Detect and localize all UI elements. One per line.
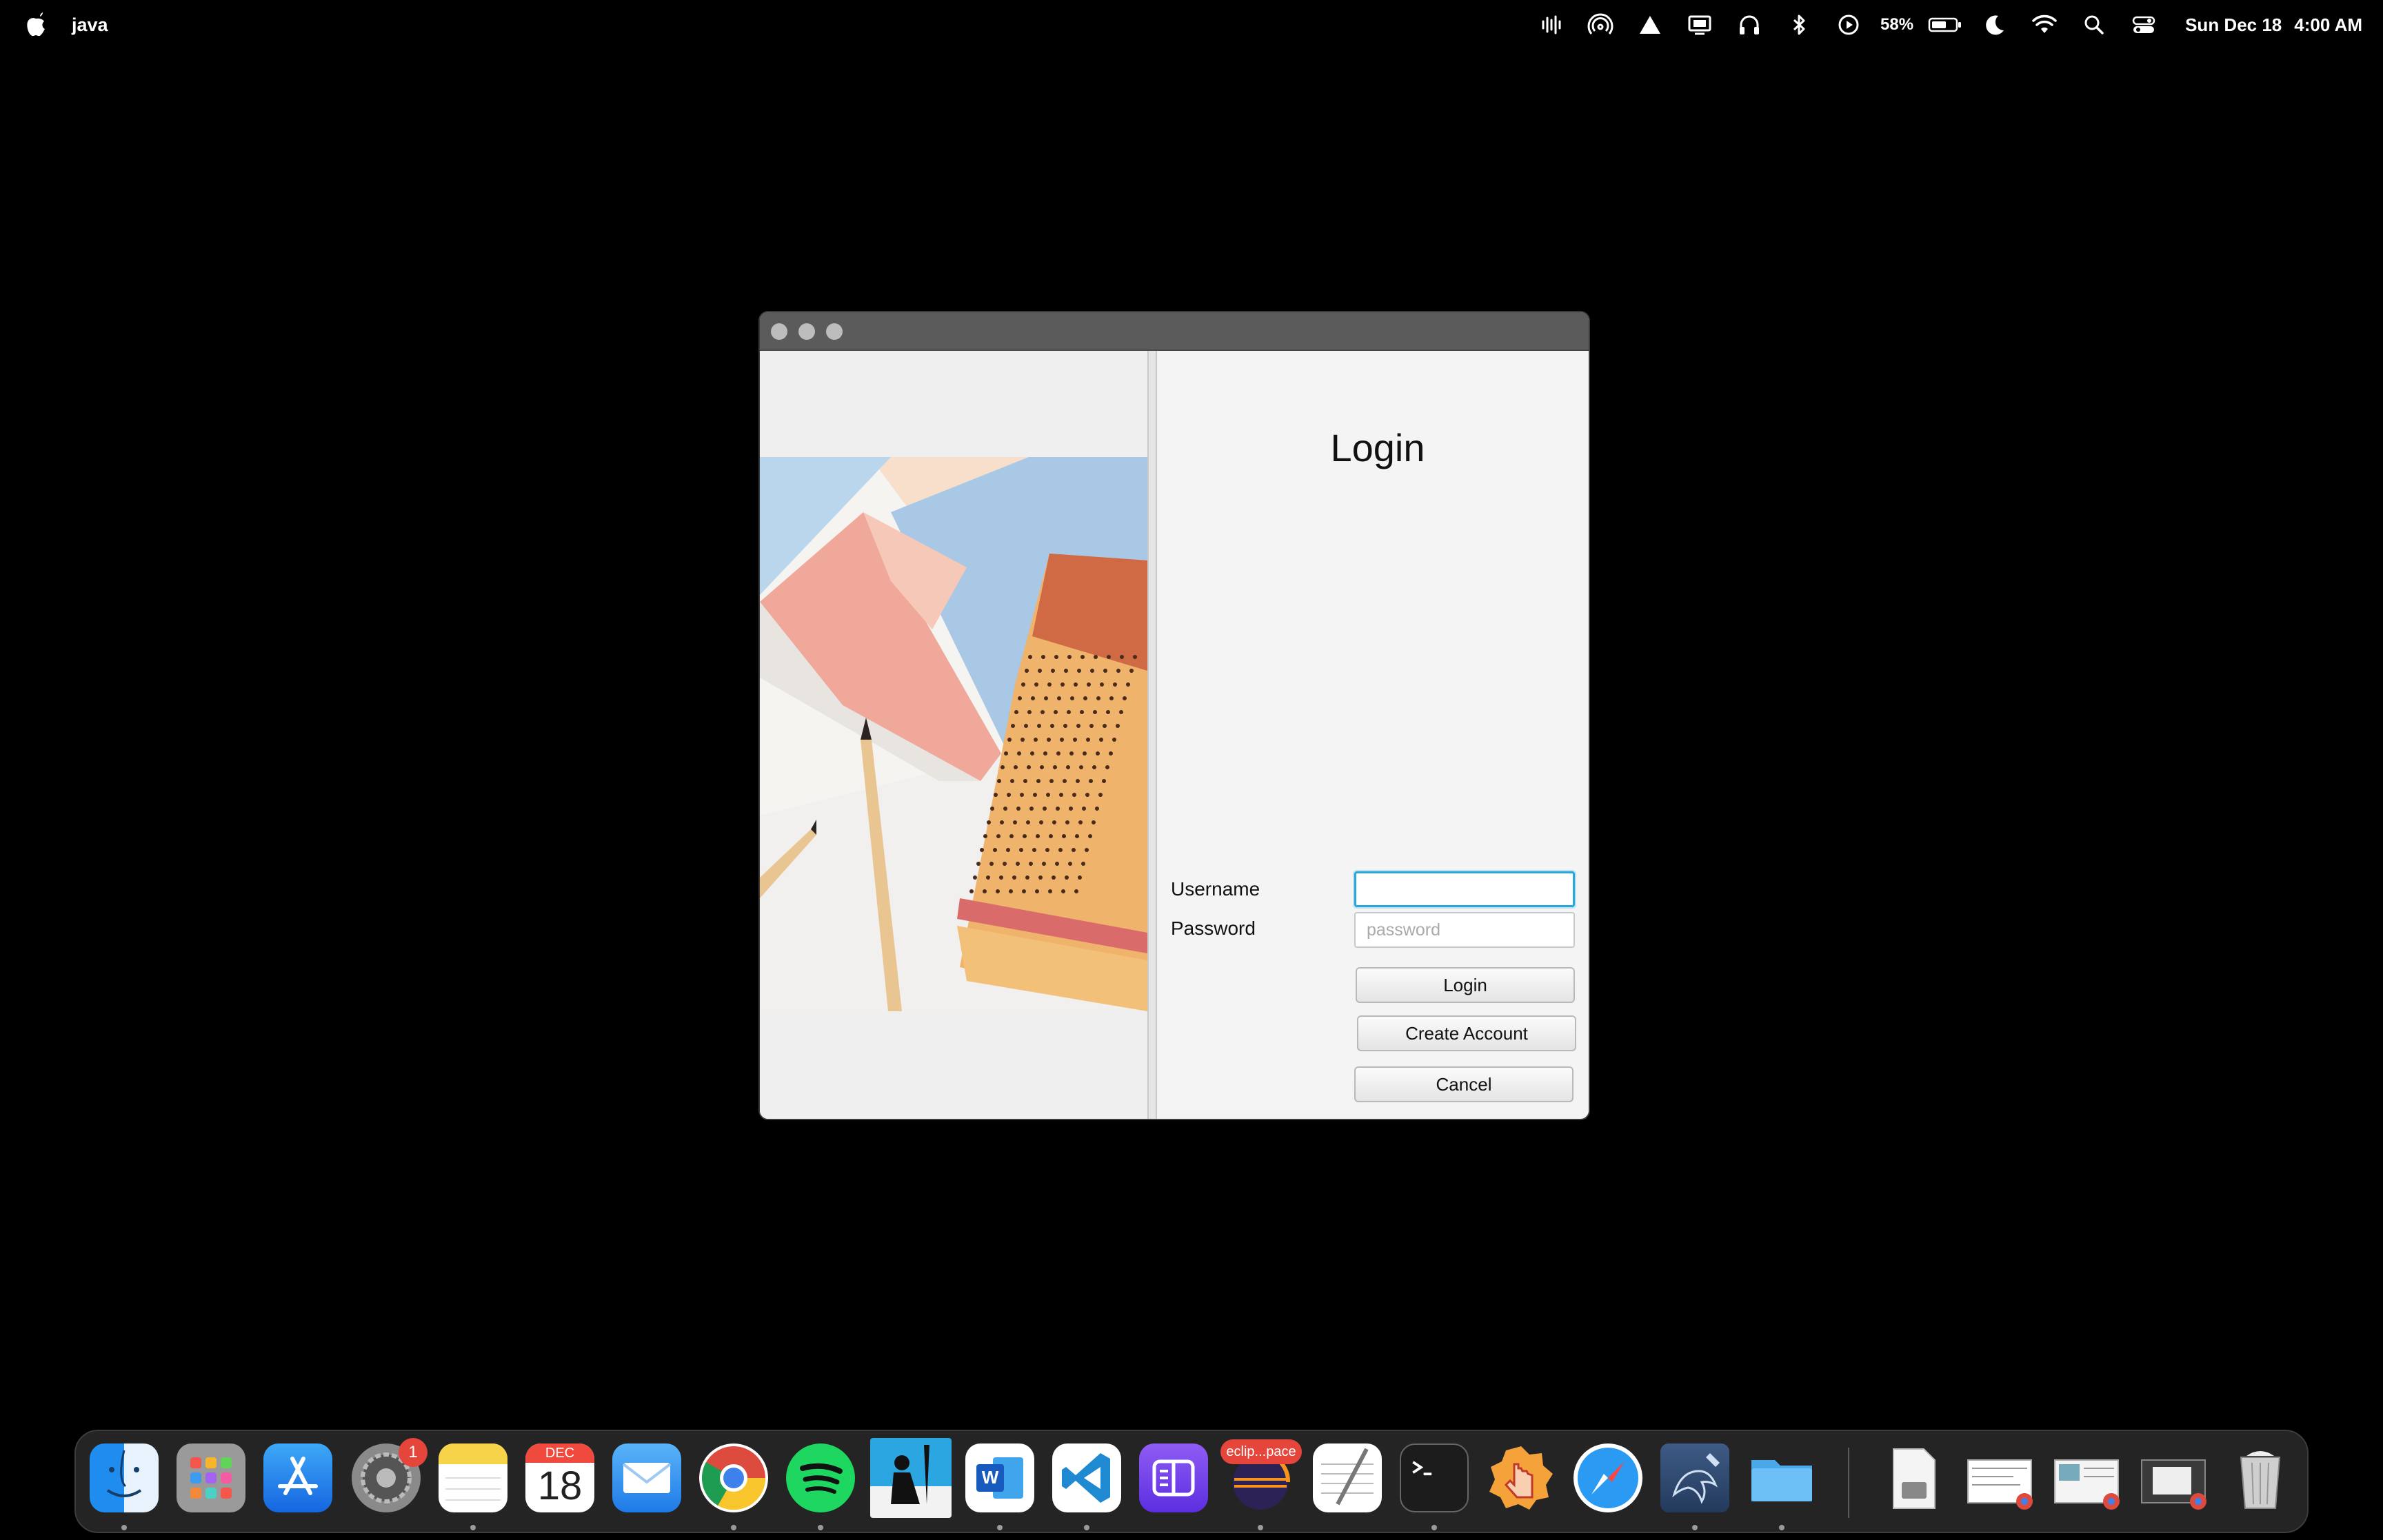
notes-running-dot bbox=[470, 1525, 476, 1530]
hand-app-icon[interactable] bbox=[1487, 1443, 1556, 1512]
headphones-icon[interactable] bbox=[1725, 10, 1774, 40]
eclipse-running-dot bbox=[1258, 1525, 1263, 1530]
chrome-running-dot bbox=[731, 1525, 736, 1530]
battery-percentage: 58% bbox=[1880, 15, 1914, 34]
username-input[interactable] bbox=[1354, 871, 1575, 907]
zoom-window-button[interactable] bbox=[826, 323, 843, 340]
now-playing-icon[interactable] bbox=[1824, 10, 1873, 40]
login-form-pane: Login Username Password Login Create Acc… bbox=[1157, 351, 1589, 1119]
clock-date: Sun Dec 18 bbox=[2185, 14, 2282, 35]
login-window: Login Username Password Login Create Acc… bbox=[760, 312, 1589, 1119]
dock-separator bbox=[1848, 1448, 1849, 1518]
battery-icon[interactable] bbox=[1920, 10, 1970, 40]
mysql-running-dot bbox=[1692, 1525, 1698, 1530]
notebooks-pencils-image bbox=[760, 457, 1147, 1011]
password-label: Password bbox=[1171, 918, 1256, 939]
svg-text:W: W bbox=[982, 1467, 999, 1488]
finder-icon[interactable] bbox=[90, 1443, 159, 1512]
wifi-icon[interactable] bbox=[2020, 10, 2069, 40]
apple-logo-icon[interactable] bbox=[25, 12, 47, 37]
password-input[interactable] bbox=[1354, 912, 1575, 948]
mysql-workbench-icon[interactable] bbox=[1660, 1443, 1729, 1512]
mirror-app-icon[interactable] bbox=[1139, 1443, 1208, 1512]
mail-icon[interactable] bbox=[612, 1443, 681, 1512]
eclipse-workspace-badge: eclip...pace bbox=[1220, 1439, 1302, 1464]
clock-time: 4:00 AM bbox=[2294, 14, 2362, 35]
close-window-button[interactable] bbox=[771, 323, 787, 340]
calendar-month: DEC bbox=[525, 1443, 594, 1463]
vscode-running-dot bbox=[1084, 1525, 1089, 1530]
create-account-button[interactable]: Create Account bbox=[1357, 1015, 1576, 1051]
audio-waveform-icon[interactable] bbox=[1526, 10, 1576, 40]
chrome-document-2-icon[interactable] bbox=[2052, 1443, 2121, 1512]
control-center-icon[interactable] bbox=[2119, 10, 2169, 40]
status-area: 58% Sun Dec 18 4:00 AM bbox=[1526, 10, 2362, 40]
image-pane bbox=[760, 351, 1147, 1119]
chrome-icon[interactable] bbox=[699, 1443, 768, 1512]
cancel-button[interactable]: Cancel bbox=[1354, 1066, 1573, 1102]
terminal-running-dot bbox=[1431, 1525, 1437, 1530]
word-running-dot bbox=[997, 1525, 1003, 1530]
split-pane-divider[interactable] bbox=[1147, 351, 1157, 1119]
disk-image-icon[interactable] bbox=[1878, 1443, 1947, 1512]
app-store-icon[interactable] bbox=[263, 1443, 332, 1512]
calendar-icon[interactable]: DEC 18 bbox=[525, 1443, 594, 1512]
calendar-day: 18 bbox=[537, 1463, 583, 1508]
display-icon[interactable] bbox=[1675, 10, 1725, 40]
bluetooth-icon[interactable] bbox=[1774, 10, 1824, 40]
textedit-icon[interactable] bbox=[1313, 1443, 1382, 1512]
settings-notification-badge: 1 bbox=[399, 1438, 428, 1467]
folder-running-dot bbox=[1779, 1525, 1784, 1530]
chrome-document-icon[interactable] bbox=[1965, 1443, 2034, 1512]
spotify-icon[interactable] bbox=[786, 1443, 855, 1512]
terminal-icon[interactable] bbox=[1400, 1443, 1469, 1512]
dock: 1 DEC 18 W eclip...pace bbox=[74, 1430, 2309, 1533]
menu-bar: java 58% Sun Dec 18 4:00 AM bbox=[0, 0, 2383, 50]
spotify-running-dot bbox=[818, 1525, 823, 1530]
window-titlebar[interactable] bbox=[760, 312, 1589, 351]
folder-icon[interactable] bbox=[1747, 1443, 1816, 1512]
focus-moon-icon[interactable] bbox=[1970, 10, 2020, 40]
vscode-icon[interactable] bbox=[1052, 1443, 1121, 1512]
username-label: Username bbox=[1171, 878, 1260, 900]
chrome-document-3-icon[interactable] bbox=[2139, 1443, 2208, 1512]
login-button[interactable]: Login bbox=[1356, 967, 1575, 1003]
word-icon[interactable]: W bbox=[965, 1443, 1034, 1512]
trash-icon[interactable] bbox=[2226, 1443, 2295, 1512]
airdrop-icon[interactable] bbox=[1576, 10, 1625, 40]
launchpad-icon[interactable] bbox=[177, 1443, 245, 1512]
minimize-window-button[interactable] bbox=[798, 323, 815, 340]
triangle-icon[interactable] bbox=[1625, 10, 1675, 40]
app-name-menu[interactable]: java bbox=[72, 12, 108, 37]
safari-icon[interactable] bbox=[1573, 1443, 1642, 1512]
kindle-icon[interactable] bbox=[870, 1438, 952, 1518]
spotlight-search-icon[interactable] bbox=[2069, 10, 2119, 40]
menubar-clock[interactable]: Sun Dec 18 4:00 AM bbox=[2185, 14, 2362, 36]
login-title: Login bbox=[1330, 426, 1425, 469]
notes-icon[interactable] bbox=[439, 1443, 507, 1512]
finder-running-dot bbox=[121, 1525, 127, 1530]
